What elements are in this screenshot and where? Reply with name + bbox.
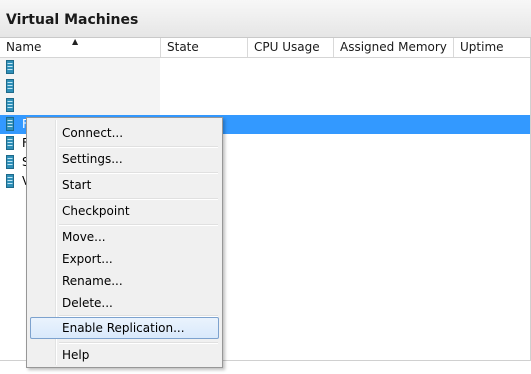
context-menu: Connect... Settings... Start Checkpoint … — [26, 117, 223, 368]
menu-item-settings[interactable]: Settings... — [30, 148, 219, 170]
hyper-v-manager: Virtual Machines Name ▲ State CPU Usage … — [0, 0, 531, 374]
column-header-label: Assigned Memory — [340, 40, 447, 54]
vm-icon — [6, 98, 14, 112]
menu-item-checkpoint[interactable]: Checkpoint — [30, 200, 219, 222]
column-header-label: State — [167, 40, 199, 54]
menu-item-connect[interactable]: Connect... — [30, 122, 219, 144]
menu-item-label: Checkpoint — [62, 204, 130, 218]
sort-ascending-icon: ▲ — [72, 37, 79, 46]
panel-title: Virtual Machines — [6, 12, 139, 28]
menu-item-label: Rename... — [62, 274, 123, 288]
vm-row[interactable] — [0, 58, 531, 77]
menu-item-start[interactable]: Start — [30, 174, 219, 196]
menu-item-delete[interactable]: Delete... — [30, 292, 219, 314]
column-header-label: Uptime — [460, 40, 504, 54]
vm-icon — [6, 60, 14, 74]
menu-item-label: Export... — [62, 252, 113, 266]
menu-item-label: Help — [62, 348, 90, 362]
menu-item-enable-replication[interactable]: Enable Replication... — [30, 317, 219, 339]
column-header-state[interactable]: State — [161, 38, 248, 57]
menu-item-label: Connect... — [62, 126, 124, 140]
menu-item-label: Start — [62, 178, 92, 192]
menu-item-export[interactable]: Export... — [30, 248, 219, 270]
menu-item-help[interactable]: Help — [30, 344, 219, 366]
menu-item-move[interactable]: Move... — [30, 226, 219, 248]
vm-icon — [6, 136, 14, 150]
column-header-assigned-memory[interactable]: Assigned Memory — [334, 38, 454, 57]
vm-row[interactable] — [0, 77, 531, 96]
menu-item-label: Delete... — [62, 296, 113, 310]
column-header-label: CPU Usage — [254, 40, 320, 54]
column-header-name[interactable]: Name ▲ — [0, 38, 161, 57]
column-header-label: Name — [6, 40, 42, 54]
vm-icon — [6, 117, 14, 131]
column-header-row: Name ▲ State CPU Usage Assigned Memory U… — [0, 38, 531, 58]
vm-icon — [6, 174, 14, 188]
column-header-cpu-usage[interactable]: CPU Usage — [248, 38, 334, 57]
vm-row[interactable] — [0, 96, 531, 115]
menu-item-label: Settings... — [62, 152, 123, 166]
menu-item-label: Move... — [62, 230, 106, 244]
vm-icon — [6, 155, 14, 169]
panel-header: Virtual Machines — [0, 0, 531, 38]
vm-icon — [6, 79, 14, 93]
menu-item-rename[interactable]: Rename... — [30, 270, 219, 292]
column-header-uptime[interactable]: Uptime — [454, 38, 531, 57]
menu-item-label: Enable Replication... — [62, 321, 185, 335]
